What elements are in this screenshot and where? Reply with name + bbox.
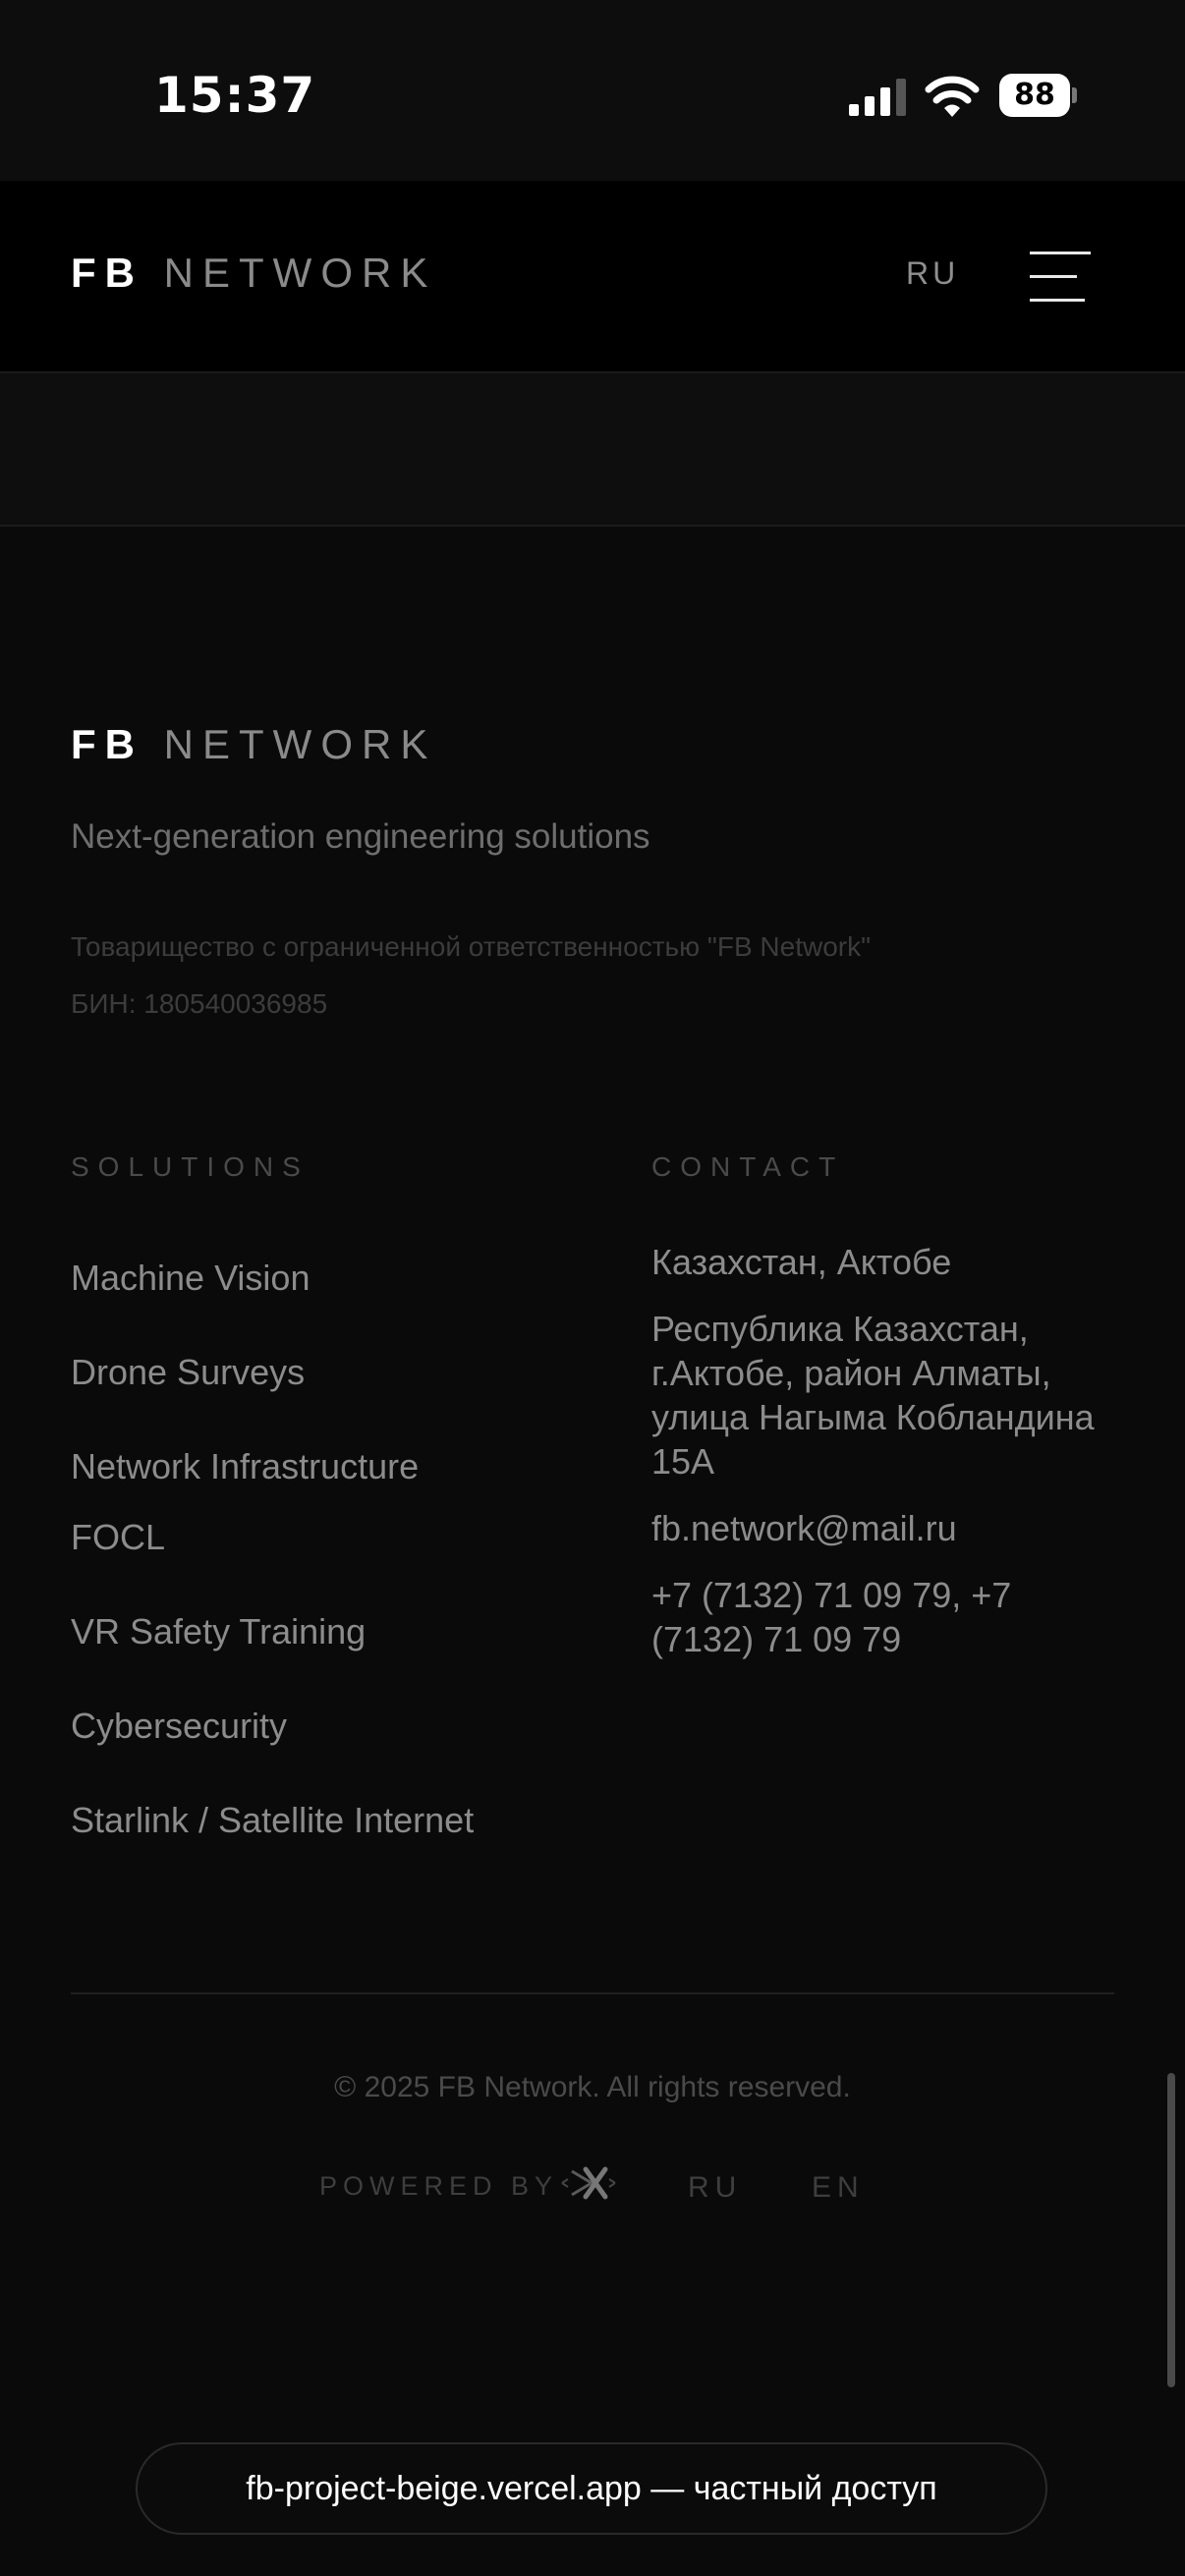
solution-link-drone-surveys[interactable]: Drone Surveys	[71, 1352, 305, 1393]
company-legal-name: Товарищество с ограниченной ответственно…	[71, 931, 872, 962]
contact-phone-link[interactable]: +7 (7132) 71 09 79, +7 (7132) 71 09 79	[651, 1573, 1103, 1661]
footer-logo[interactable]: FB NETWORK	[71, 721, 436, 768]
solution-link-vr-safety-training[interactable]: VR Safety Training	[71, 1611, 366, 1652]
powered-by-logo-icon[interactable]	[558, 2163, 619, 2203]
footer-language-en[interactable]: EN	[812, 2171, 865, 2205]
solutions-heading: SOLUTIONS	[71, 1151, 310, 1182]
logo-light-text: NETWORK	[163, 250, 437, 296]
footer-tagline: Next-generation engineering solutions	[71, 817, 650, 856]
contact-city: Казахстан, Актобе	[651, 1242, 952, 1282]
powered-by-label: POWERED BY	[319, 2171, 559, 2201]
language-switch[interactable]: RU	[906, 255, 959, 292]
solution-link-starlink[interactable]: Starlink / Satellite Internet	[71, 1800, 474, 1841]
footer-language-ru[interactable]: RU	[688, 2171, 742, 2205]
contact-address: Республика Казахстан, г.Актобе, район Ал…	[651, 1309, 1095, 1482]
battery-tip	[1072, 87, 1077, 103]
battery-icon: 88	[999, 74, 1077, 117]
page-scrollbar[interactable]	[1167, 2073, 1175, 2387]
solution-link-machine-vision[interactable]: Machine Vision	[71, 1258, 310, 1299]
status-bar: 15:37 88	[0, 0, 1185, 181]
solution-link-focl[interactable]: FOCL	[71, 1517, 165, 1558]
signal-icon	[849, 79, 906, 116]
browser-url-text: fb-project-beige.vercel.app — частный до…	[246, 2470, 937, 2507]
copyright-text: © 2025 FB Network. All rights reserved.	[334, 2071, 851, 2103]
wifi-icon	[925, 76, 980, 117]
contact-heading: CONTACT	[651, 1151, 845, 1182]
company-bin: БИН: 180540036985	[71, 988, 328, 1019]
footer-divider	[71, 1992, 1114, 1994]
battery-level: 88	[999, 74, 1070, 117]
hamburger-menu-icon[interactable]	[1030, 252, 1093, 303]
site-header: FB NETWORK RU	[0, 181, 1185, 373]
header-logo[interactable]: FB NETWORK	[71, 250, 436, 297]
footer-logo-light-text: NETWORK	[163, 721, 437, 767]
logo-bold-text: FB	[71, 250, 143, 296]
contact-email-link[interactable]: fb.network@mail.ru	[651, 1506, 1103, 1550]
status-time: 15:37	[154, 67, 316, 124]
footer-logo-bold-text: FB	[71, 721, 143, 767]
solution-link-cybersecurity[interactable]: Cybersecurity	[71, 1706, 287, 1747]
browser-url-bar[interactable]: fb-project-beige.vercel.app — частный до…	[136, 2442, 1047, 2535]
section-band	[0, 373, 1185, 527]
solution-link-network-infrastructure[interactable]: Network Infrastructure	[71, 1446, 419, 1487]
